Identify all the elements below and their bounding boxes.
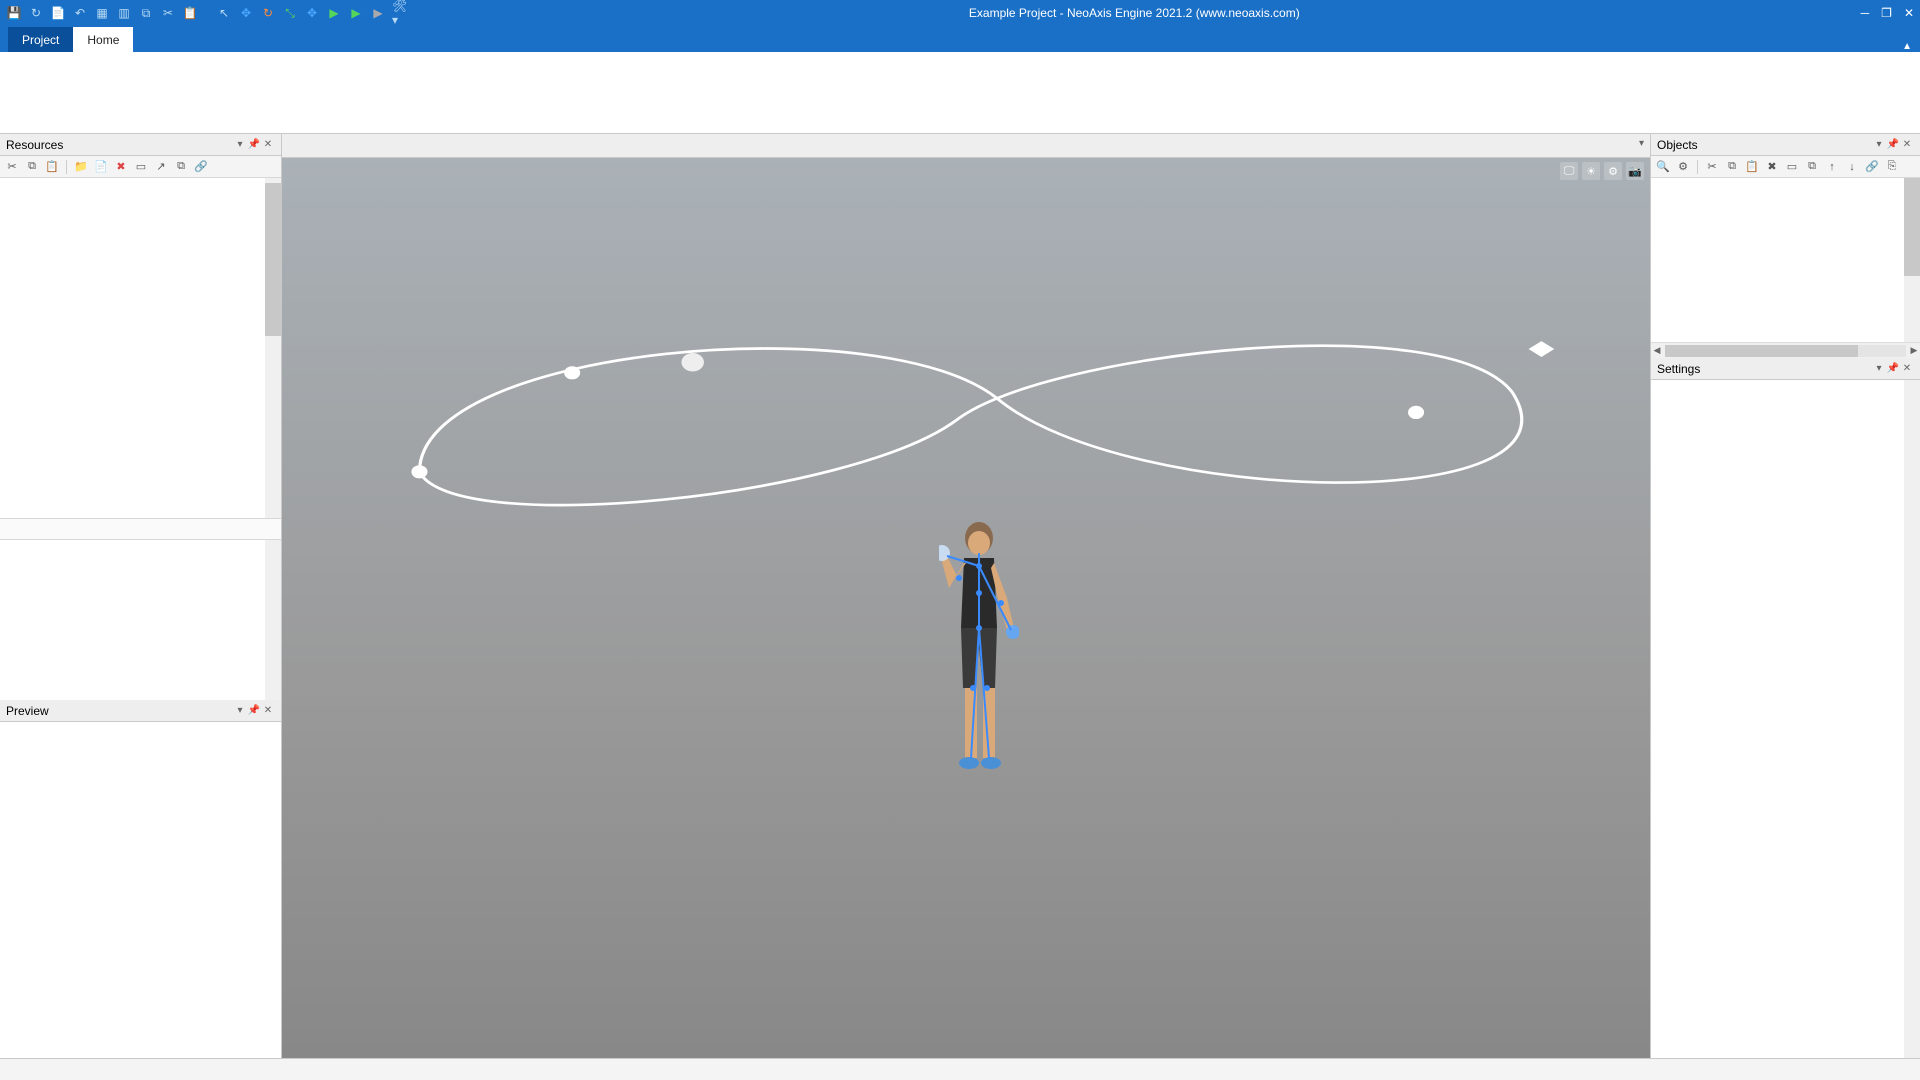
filter-icon[interactable]: 🔍 [1655, 159, 1671, 175]
panel-close-icon[interactable]: ✕ [1900, 363, 1914, 374]
breadcrumb[interactable] [0, 518, 281, 540]
maximize-button[interactable]: ❐ [1881, 6, 1892, 20]
scrollbar[interactable] [265, 540, 281, 700]
objects-tree[interactable] [1651, 178, 1920, 342]
new-file-icon[interactable]: 📄 [93, 159, 109, 175]
rename-icon[interactable]: ▭ [133, 159, 149, 175]
move-icon[interactable]: ↗ [153, 159, 169, 175]
panel-dropdown-icon[interactable]: ▾ [1872, 363, 1886, 374]
gear-icon[interactable]: ⚙ [1675, 159, 1691, 175]
hscrollbar[interactable]: ◀ ▶ [1651, 342, 1920, 358]
panel-close-icon[interactable]: ✕ [261, 139, 275, 150]
ref-icon[interactable]: ⎘ [1884, 159, 1900, 175]
rename-icon[interactable]: ▭ [1784, 159, 1800, 175]
objects-panel-header: Objects ▾ 📌 ✕ [1651, 134, 1920, 156]
close-button[interactable]: ✕ [1904, 6, 1914, 20]
editor-tabs: ▾ [282, 134, 1650, 158]
dup-icon[interactable]: ⧉ [1804, 159, 1820, 175]
up-icon[interactable]: ↑ [1824, 159, 1840, 175]
panel-close-icon[interactable]: ✕ [1900, 139, 1914, 150]
light-icon[interactable]: ☀ [1582, 162, 1600, 180]
paste-icon[interactable]: 📋 [44, 159, 60, 175]
gear-icon[interactable]: ⚙ [1604, 162, 1622, 180]
status-bar [0, 1058, 1920, 1080]
resources-tree[interactable] [0, 178, 281, 518]
minimize-button[interactable]: ─ [1861, 6, 1870, 20]
panel-pin-icon[interactable]: 📌 [247, 139, 261, 150]
qat-grid-icon[interactable]: ▦ [94, 5, 110, 21]
qat-cut-icon[interactable]: ✂ [160, 5, 176, 21]
resources-panel-title: Resources [6, 138, 63, 152]
scene-viewport[interactable]: 🖵 ☀ ⚙ 📷 [282, 158, 1650, 1058]
qat-refresh-icon[interactable]: ↻ [28, 5, 44, 21]
qat-scale-icon[interactable]: ⤡ [282, 5, 298, 21]
settings-panel-title: Settings [1657, 362, 1700, 376]
cut-icon[interactable]: ✂ [1704, 159, 1720, 175]
settings-panel[interactable] [1651, 380, 1920, 1058]
preview-panel [0, 722, 281, 1058]
preview-panel-title: Preview [6, 704, 49, 718]
ribbon-collapse-icon[interactable]: ▲ [1902, 41, 1912, 52]
qat-tile-icon[interactable]: ▥ [116, 5, 132, 21]
cut-icon[interactable]: ✂ [4, 159, 20, 175]
qat-save-icon[interactable]: 💾 [6, 5, 22, 21]
qat-copy-icon[interactable]: ⧉ [138, 5, 154, 21]
copy2-icon[interactable]: ⧉ [173, 159, 189, 175]
camera-icon[interactable]: 📷 [1626, 162, 1644, 180]
objects-panel-title: Objects [1657, 138, 1698, 152]
copy-icon[interactable]: ⧉ [1724, 159, 1740, 175]
qat-settings-icon[interactable]: 🛠▾ [392, 5, 408, 21]
menu-tab-home[interactable]: Home [73, 27, 133, 52]
panel-pin-icon[interactable]: 📌 [1886, 139, 1900, 150]
window-controls: ─ ❐ ✕ [1861, 6, 1914, 20]
qat-paste-icon[interactable]: 📋 [182, 5, 198, 21]
view-mode-icon[interactable]: 🖵 [1560, 162, 1578, 180]
qat-select-icon[interactable]: ↖ [216, 5, 232, 21]
scrollbar[interactable] [265, 178, 281, 518]
menu-project[interactable]: Project [8, 27, 73, 52]
resources-toolbar: ✂ ⧉ 📋 📁 📄 ✖ ▭ ↗ ⧉ 🔗 [0, 156, 281, 178]
qat-axis-icon[interactable]: ✥ [304, 5, 320, 21]
panel-dropdown-icon[interactable]: ▾ [233, 705, 247, 716]
scrollbar[interactable] [1904, 380, 1920, 1058]
copy-icon[interactable]: ⧉ [24, 159, 40, 175]
qat-play3-icon[interactable]: ▶ [370, 5, 386, 21]
window-title: Example Project - NeoAxis Engine 2021.2 … [408, 6, 1861, 20]
link-icon[interactable]: 🔗 [193, 159, 209, 175]
qat-play2-icon[interactable]: ▶ [348, 5, 364, 21]
delete-icon[interactable]: ✖ [113, 159, 129, 175]
thumbnails-panel[interactable] [0, 540, 281, 700]
panel-dropdown-icon[interactable]: ▾ [1872, 139, 1886, 150]
tabs-dropdown-icon[interactable]: ▾ [1639, 138, 1644, 149]
viewport-toolbar: 🖵 ☀ ⚙ 📷 [1560, 162, 1644, 180]
panel-dropdown-icon[interactable]: ▾ [233, 139, 247, 150]
qat-new-icon[interactable]: 📄 [50, 5, 66, 21]
quick-access-toolbar: 💾 ↻ 📄 ↶ ▦ ▥ ⧉ ✂ 📋 ↖ ✥ ↻ ⤡ ✥ ▶ ▶ ▶ 🛠▾ [6, 5, 408, 21]
panel-pin-icon[interactable]: 📌 [1886, 363, 1900, 374]
qat-undo-icon[interactable]: ↶ [72, 5, 88, 21]
title-bar: 💾 ↻ 📄 ↶ ▦ ▥ ⧉ ✂ 📋 ↖ ✥ ↻ ⤡ ✥ ▶ ▶ ▶ 🛠▾ Exa… [0, 0, 1920, 26]
delete-icon[interactable]: ✖ [1764, 159, 1780, 175]
menu-tabs: Project Home ▲ [0, 26, 1920, 52]
preview-panel-header: Preview ▾ 📌 ✕ [0, 700, 281, 722]
qat-move-icon[interactable]: ✥ [238, 5, 254, 21]
panel-pin-icon[interactable]: 📌 [247, 705, 261, 716]
scrollbar[interactable] [1904, 178, 1920, 342]
panel-close-icon[interactable]: ✕ [261, 705, 275, 716]
qat-play-icon[interactable]: ▶ [326, 5, 342, 21]
new-folder-icon[interactable]: 📁 [73, 159, 89, 175]
qat-rotate-icon[interactable]: ↻ [260, 5, 276, 21]
character-model [939, 518, 1019, 798]
link-icon[interactable]: 🔗 [1864, 159, 1880, 175]
paste-icon[interactable]: 📋 [1744, 159, 1760, 175]
down-icon[interactable]: ↓ [1844, 159, 1860, 175]
objects-toolbar: 🔍 ⚙ ✂ ⧉ 📋 ✖ ▭ ⧉ ↑ ↓ 🔗 ⎘ [1651, 156, 1920, 178]
ribbon [0, 52, 1920, 134]
motion-path [323, 320, 1609, 518]
resources-panel-header: Resources ▾ 📌 ✕ [0, 134, 281, 156]
settings-panel-header: Settings ▾ 📌 ✕ [1651, 358, 1920, 380]
